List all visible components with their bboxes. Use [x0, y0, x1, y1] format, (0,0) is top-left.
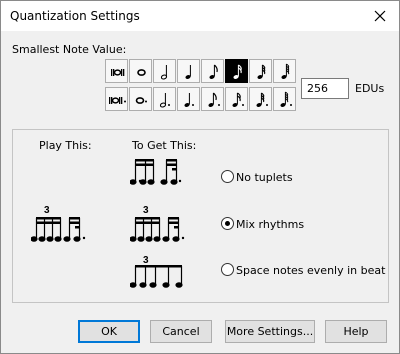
ok-button[interactable]: OK: [78, 320, 140, 343]
note-16th-button[interactable]: [225, 59, 248, 83]
radio-selected-dot: [225, 221, 230, 226]
dotted-breve-double-icon: [109, 97, 126, 104]
space-evenly-radio[interactable]: [221, 263, 234, 276]
note-dotted-quarter-button[interactable]: [177, 87, 200, 111]
dotted-sixteenth-note-icon: [232, 92, 244, 107]
mix-rhythms-radio[interactable]: [221, 217, 234, 230]
note-quarter-button[interactable]: [177, 59, 200, 83]
sixty-fourth-note-icon: [281, 63, 290, 79]
space-evenly-label: Space notes evenly in beat: [236, 264, 386, 277]
note-value-grid: [105, 59, 299, 115]
play-this-label: Play This:: [39, 139, 92, 152]
no-tuplets-radio[interactable]: [221, 170, 234, 183]
close-button[interactable]: [361, 1, 399, 31]
half-note-icon: [160, 65, 168, 80]
sixteenth-note-icon: [233, 64, 242, 79]
dialog-title: Quantization Settings: [10, 9, 140, 23]
whole-note-icon: [137, 69, 146, 76]
no-tuplets-label: No tuplets: [236, 171, 293, 184]
breve-double-icon: [111, 69, 125, 76]
dotted-sixty-fourth-note-icon: [280, 91, 292, 107]
more-settings-button[interactable]: More Settings...: [225, 320, 315, 343]
triplet-marker: 3: [44, 205, 50, 216]
note-32nd-button[interactable]: [249, 59, 272, 83]
no-tuplets-rhythm-icon: [130, 159, 182, 185]
dotted-thirty-second-note-icon: [256, 92, 268, 107]
thirty-second-note-icon: [257, 64, 266, 79]
title-bar: Quantization Settings: [1, 1, 399, 31]
smallest-note-label: Smallest Note Value:: [12, 43, 127, 56]
quantization-dialog: Quantization Settings Smallest Note Valu…: [0, 0, 400, 354]
note-whole-button[interactable]: [129, 59, 152, 83]
edus-input[interactable]: [301, 78, 349, 99]
space-evenly-rhythm-icon: 3: [130, 255, 183, 288]
note-eighth-button[interactable]: [201, 59, 224, 83]
dotted-quarter-note-icon: [184, 93, 194, 107]
note-64th-button[interactable]: [273, 59, 296, 83]
cancel-button[interactable]: Cancel: [150, 320, 212, 343]
triplet-marker: 3: [143, 255, 149, 266]
mix-rhythms-rhythm-icon: 3: [130, 205, 185, 242]
mix-rhythms-label: Mix rhythms: [236, 218, 305, 231]
triplet-marker: 3: [143, 205, 149, 216]
dotted-eighth-note-icon: [208, 92, 220, 107]
play-this-rhythm-icon: 3: [31, 205, 86, 242]
note-dotted-half-button[interactable]: [153, 87, 176, 111]
help-button[interactable]: Help: [325, 320, 387, 343]
note-dotted-64th-button[interactable]: [273, 87, 296, 111]
note-dotted-32nd-button[interactable]: [249, 87, 272, 111]
dotted-whole-note-icon: [135, 97, 147, 104]
note-half-button[interactable]: [153, 59, 176, 83]
quarter-note-icon: [185, 65, 191, 79]
note-dotted-eighth-button[interactable]: [201, 87, 224, 111]
close-icon: [374, 10, 386, 22]
eighth-note-icon: [209, 64, 218, 79]
note-dotted-whole-button[interactable]: [129, 87, 152, 111]
note-breve-double-button[interactable]: [105, 59, 128, 83]
note-dotted-breve-double-button[interactable]: [105, 87, 128, 111]
note-dotted-16th-button[interactable]: [225, 87, 248, 111]
dotted-half-note-icon: [159, 93, 170, 108]
edus-label: EDUs: [355, 82, 385, 95]
to-get-this-label: To Get This:: [132, 139, 197, 152]
